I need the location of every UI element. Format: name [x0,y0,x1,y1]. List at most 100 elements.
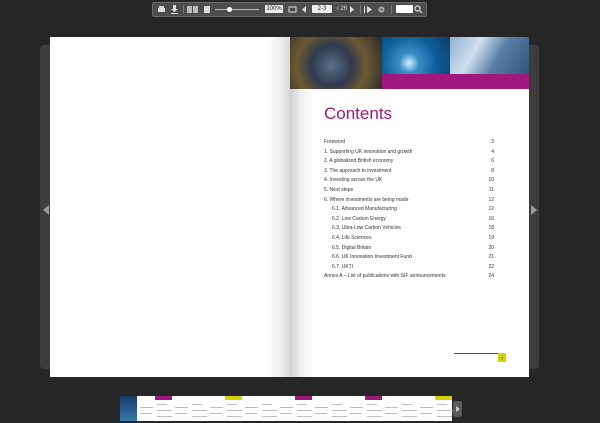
toc-page-number: 18 [488,225,494,232]
toc-page-number: 3 [491,139,494,145]
toolbar-separator [391,5,392,14]
toc-label: 6.7. UKTI [332,263,354,270]
toc-row[interactable]: 1. Supporting UK innovation and growth 4 [324,148,494,158]
page-total: / 26 [337,6,348,12]
thumbnail-text-line [280,407,293,408]
thumbnail-text-line [437,416,452,417]
left-page [50,37,290,377]
thumbnail-next-icon[interactable] [453,401,462,417]
magenta-banner [382,74,529,89]
toc-row[interactable]: 3. The approach to investment 8 [324,167,494,177]
zoom-slider-knob[interactable] [227,7,232,12]
thumbnail-text-line [385,413,397,414]
thumbnail-text-line [210,413,222,414]
toc-row[interactable]: 6.5. Digital Britain 20 [324,244,494,254]
thumbnail-text-line [332,416,347,417]
toc-row[interactable]: 6. Where investments are being made 12 [324,196,494,206]
thumbnail-text-line [140,413,152,414]
thumbnail-header [155,396,172,400]
thumbnail-text-line [227,410,243,411]
toc-page-number: 19 [488,234,494,241]
search-icon[interactable] [414,5,423,14]
thumbnail-text-line [437,410,453,411]
page-thumbnail[interactable] [347,396,383,421]
thumbnail-text-line [140,407,153,408]
toc-label: 6.4. Life Sciences [332,234,372,241]
toc-page-number: 21 [488,254,494,261]
toc-row[interactable]: 5. Next steps 11 [324,186,494,196]
thumbnail-text-line [402,404,412,405]
thumbnail-text-line [262,404,272,405]
photo-crowd [290,37,382,89]
prev-page-icon[interactable] [301,5,307,14]
toc-row[interactable]: 6.3. Ultra-Low Carbon Vehicles 18 [324,224,494,234]
page-thumbnail[interactable] [172,396,208,421]
thumbnail-text-line [175,407,188,408]
toc-page-number: 6 [491,158,494,165]
zoom-level[interactable]: 100% [265,5,283,13]
page-thumbnail[interactable] [277,396,313,421]
thumbnail-text-line [192,404,202,405]
thumbnail-header [295,396,312,400]
thumbnail-text-line [157,410,173,411]
page-thumbnail[interactable] [417,396,453,421]
toc-page-number: 12 [488,196,494,203]
single-page-icon[interactable] [203,5,211,14]
toc-label: 6.6. UK Innovation Investment Fund [332,254,412,261]
thumbnail-header [435,396,452,400]
settings-icon[interactable] [377,5,386,14]
thumbnail-text-line [192,416,207,417]
next-page-icon[interactable] [349,5,355,14]
toc-row[interactable]: 6.2. Low Carbon Energy 16 [324,215,494,225]
next-arrow-icon[interactable] [531,205,537,215]
page-number-badge: 1 [498,353,506,362]
toc-row[interactable]: 6.6. UK Innovation Investment Fund 21 [324,253,494,263]
toc-row[interactable]: Annex A – List of publications with SIF … [324,272,494,282]
thumbnail-text-line [367,404,377,405]
page-thumbnail[interactable] [137,396,173,421]
toc-page-number: 24 [488,273,494,280]
toc-label: Foreword [324,139,346,145]
page-thumbnail[interactable] [382,396,418,421]
page-thumbnail[interactable] [242,396,278,421]
page-thumbnail[interactable] [207,396,243,421]
toc-page-number: 10 [488,177,494,184]
toolbar-separator [360,5,361,14]
thumbnail-text-line [332,404,342,405]
page-title: Contents [324,104,393,123]
zoom-slider[interactable] [215,9,259,10]
toc-page-number: 12 [488,206,494,213]
fullscreen-icon[interactable] [288,5,297,14]
print-icon[interactable] [157,5,166,14]
page-number-input[interactable]: 2-3 [312,5,332,13]
thumbnail-text-line [367,416,382,417]
toc-row[interactable]: Foreword 3 [324,138,494,148]
toc-row[interactable]: 6.1. Advanced Manufacturing 12 [324,205,494,215]
thumbnail-text-line [315,413,327,414]
thumbnail-text-line [297,416,312,417]
footer-divider [454,353,504,354]
prev-arrow-icon[interactable] [43,205,49,215]
thumbnail-text-line [210,407,223,408]
thumbnail-text-line [262,410,278,411]
toc-row[interactable]: 6.4. Life Sciences 19 [324,234,494,244]
toc-label: Annex A – List of publications with SIF … [324,273,446,280]
toc-row[interactable]: 4. Investing across the UK 10 [324,176,494,186]
toc-label: 6.2. Low Carbon Energy [332,215,386,222]
toc-label: 6.1. Advanced Manufacturing [332,206,397,213]
page-thumbnail[interactable] [312,396,348,421]
thumbnail-text-line [280,413,292,414]
toc-label: 1. Supporting UK innovation and growth [324,148,413,155]
layout-icon[interactable] [187,5,199,14]
page-thumbnail[interactable] [120,396,137,421]
toc-row[interactable]: 6.7. UKTI 22 [324,263,494,273]
thumbnail-text-line [245,413,257,414]
thumbnail-text-line [315,407,328,408]
thumbnail-text-line [227,416,242,417]
table-of-contents: Foreword 3 1. Supporting UK innovation and… [324,138,494,282]
autoplay-icon[interactable] [364,5,373,14]
search-input[interactable] [396,5,413,13]
download-icon[interactable] [170,5,179,14]
toc-page-number: 22 [488,263,494,270]
toc-row[interactable]: 2. A globalized British economy 6 [324,157,494,167]
